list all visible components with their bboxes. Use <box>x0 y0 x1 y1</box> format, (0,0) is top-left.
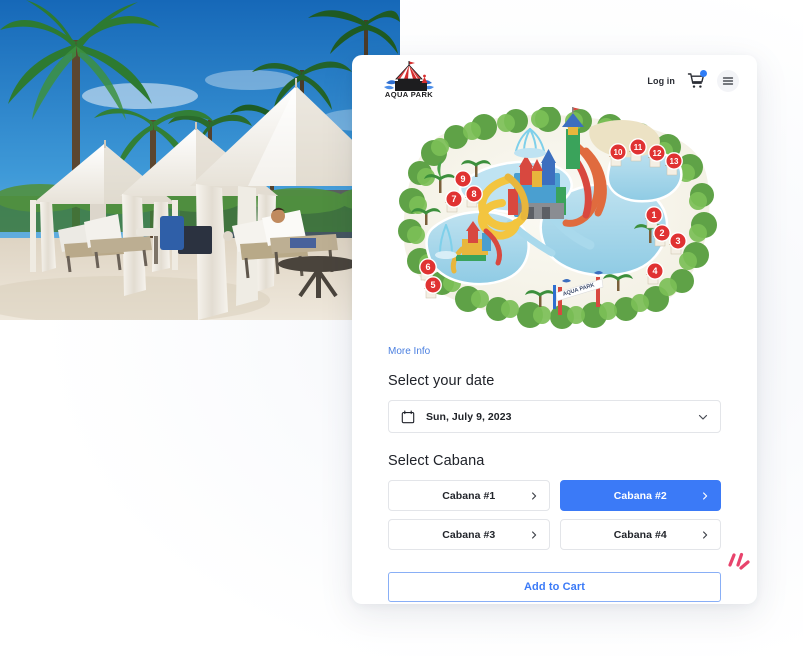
map-marker-2[interactable]: 2 <box>652 224 671 242</box>
screen-root: AQUA PARK Log in AQUA PARK 1 2 3 4 5 6 7… <box>0 0 803 656</box>
map-marker-8[interactable]: 8 <box>464 185 483 203</box>
map-marker-5[interactable]: 5 <box>423 276 442 294</box>
map-marker-label: 11 <box>633 143 642 152</box>
cabana-option-label: Cabana #4 <box>613 528 667 541</box>
chevron-right-icon <box>529 491 539 501</box>
more-info-link[interactable]: More Info <box>388 346 430 357</box>
cabana-hero-photo <box>0 0 400 320</box>
map-marker-label: 10 <box>613 148 622 157</box>
map-marker-4[interactable]: 4 <box>645 262 664 280</box>
shopping-cart-icon[interactable] <box>687 70 707 90</box>
add-to-cart-row: Add to Cart <box>388 552 750 602</box>
chevron-right-icon <box>700 530 710 540</box>
date-select[interactable]: Sun, July 9, 2023 <box>388 400 721 433</box>
cart-badge <box>700 70 707 77</box>
card-header: AQUA PARK Log in <box>352 55 757 107</box>
aqua-park-logo[interactable]: AQUA PARK <box>382 61 436 101</box>
chevron-down-icon <box>697 411 709 423</box>
map-marker-label: 3 <box>675 236 680 246</box>
add-to-cart-button[interactable]: Add to Cart <box>388 572 721 602</box>
map-marker-label: 13 <box>669 157 678 166</box>
map-marker-label: 5 <box>430 280 435 290</box>
click-burst-decoration <box>724 552 750 576</box>
map-marker-7[interactable]: 7 <box>444 190 463 208</box>
map-marker-label: 6 <box>425 262 430 272</box>
map-marker-9[interactable]: 9 <box>453 170 472 188</box>
calendar-icon <box>401 409 415 424</box>
cabana-option-3[interactable]: Cabana #3 <box>388 519 550 550</box>
chevron-right-icon <box>700 491 710 501</box>
date-value: Sun, July 9, 2023 <box>426 410 512 423</box>
aqua-park-map[interactable]: AQUA PARK 1 2 3 4 5 6 7 8 9 10 11 12 13 <box>352 107 757 335</box>
map-marker-3[interactable]: 3 <box>668 232 687 250</box>
map-marker-13[interactable]: 13 <box>664 152 683 170</box>
map-marker-label: 1 <box>651 210 656 220</box>
select-date-title: Select your date <box>388 373 495 389</box>
cabana-option-label: Cabana #3 <box>442 528 496 541</box>
select-cabana-title: Select Cabana <box>388 453 485 469</box>
map-marker-label: 8 <box>471 189 476 199</box>
cabana-options: Cabana #1 Cabana #2 Cabana #3 Cabana #4 <box>388 480 721 550</box>
chevron-right-icon <box>529 530 539 540</box>
header-actions: Log in <box>647 70 739 92</box>
map-marker-10[interactable]: 10 <box>608 143 627 161</box>
map-marker-label: 2 <box>659 228 664 238</box>
booking-card: AQUA PARK Log in AQUA PARK 1 2 3 4 5 6 7… <box>352 55 757 604</box>
map-marker-6[interactable]: 6 <box>418 258 437 276</box>
login-link[interactable]: Log in <box>647 76 675 86</box>
cabana-option-4[interactable]: Cabana #4 <box>559 519 721 550</box>
map-marker-label: 9 <box>460 174 465 184</box>
map-marker-12[interactable]: 12 <box>647 144 666 162</box>
cabana-option-label: Cabana #2 <box>613 489 667 502</box>
svg-text:AQUA PARK: AQUA PARK <box>385 90 433 99</box>
card-body: More Info Select your date Sun, July 9, … <box>352 335 757 602</box>
cabana-option-label: Cabana #1 <box>442 489 496 502</box>
map-marker-label: 4 <box>652 266 657 276</box>
map-marker-1[interactable]: 1 <box>644 206 663 224</box>
cabana-option-2[interactable]: Cabana #2 <box>559 480 721 511</box>
map-marker-11[interactable]: 11 <box>628 138 647 156</box>
hamburger-menu-icon[interactable] <box>717 70 739 92</box>
cabana-option-1[interactable]: Cabana #1 <box>388 480 550 511</box>
map-marker-label: 12 <box>652 149 661 158</box>
map-marker-label: 7 <box>451 194 456 204</box>
